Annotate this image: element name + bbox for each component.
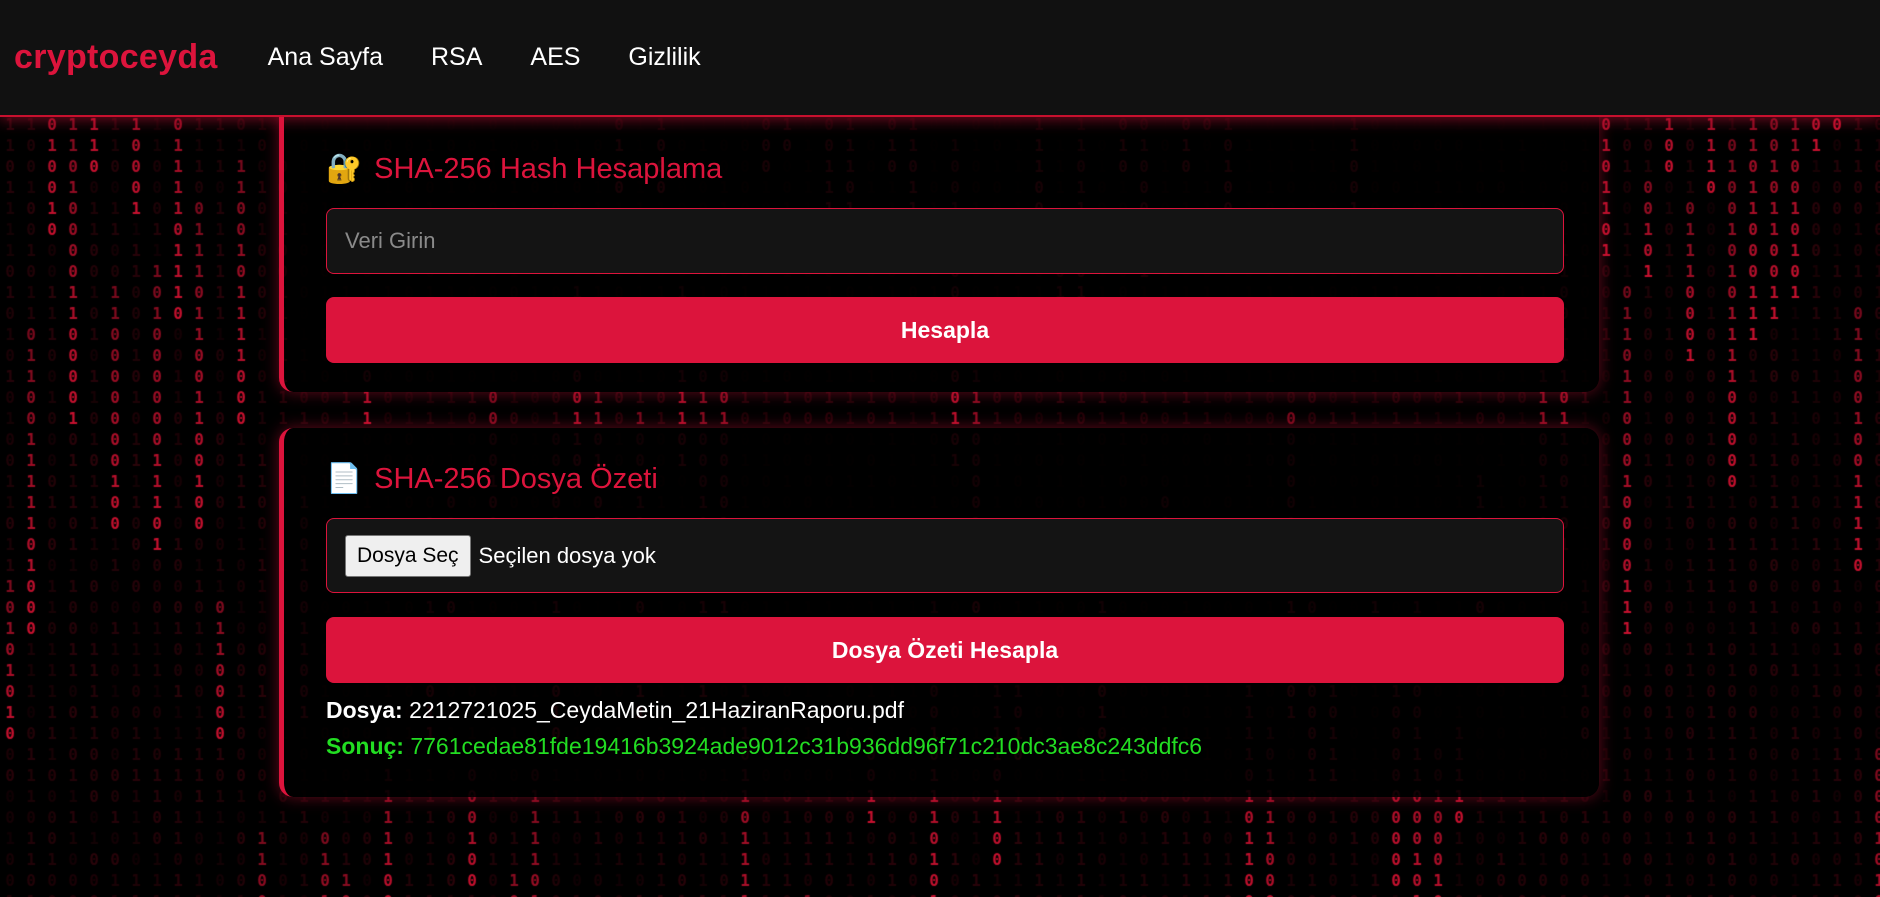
file-card-title: 📄 SHA-256 Dosya Özeti [326, 462, 1561, 496]
data-input[interactable] [326, 208, 1564, 274]
calculate-file-digest-button[interactable]: Dosya Özeti Hesapla [326, 617, 1564, 683]
nav-link-privacy[interactable]: Gizlilik [628, 43, 700, 72]
hash-card-title-text: SHA-256 Hash Hesaplama [374, 152, 723, 185]
sha256-hash-card: 🔐 SHA-256 Hash Hesaplama Hesapla [279, 112, 1599, 392]
file-input[interactable]: Dosya Seç Seçilen dosya yok [326, 518, 1564, 593]
result-label: Sonuç: [326, 733, 404, 759]
sha256-file-digest-card: 📄 SHA-256 Dosya Özeti Dosya Seç Seçilen … [279, 428, 1599, 797]
result-line: Sonuç: 7761cedae81fde19416b3924ade9012c3… [326, 733, 1561, 760]
hash-card-title: 🔐 SHA-256 Hash Hesaplama [326, 152, 1561, 186]
no-file-chosen-text: Seçilen dosya yok [478, 542, 656, 568]
choose-file-button[interactable]: Dosya Seç [345, 534, 471, 577]
nav-link-rsa[interactable]: RSA [431, 43, 482, 72]
file-name-line: Dosya: 2212721025_CeydaMetin_21HaziranRa… [326, 697, 1561, 724]
lock-with-key-icon: 🔐 [326, 153, 363, 185]
nav-link-home[interactable]: Ana Sayfa [268, 43, 383, 72]
file-label: Dosya: [326, 697, 403, 723]
nav-link-aes[interactable]: AES [530, 43, 580, 72]
document-icon: 📄 [326, 463, 363, 495]
brand-logo-link[interactable]: cryptoceyda [14, 38, 218, 77]
calculate-hash-button[interactable]: Hesapla [326, 297, 1564, 363]
file-name-value: 2212721025_CeydaMetin_21HaziranRaporu.pd… [409, 697, 904, 723]
file-card-title-text: SHA-256 Dosya Özeti [374, 462, 658, 495]
result-hash-value: 7761cedae81fde19416b3924ade9012c31b936dd… [410, 733, 1203, 759]
top-navbar: cryptoceyda Ana Sayfa RSA AES Gizlilik [0, 0, 1880, 117]
